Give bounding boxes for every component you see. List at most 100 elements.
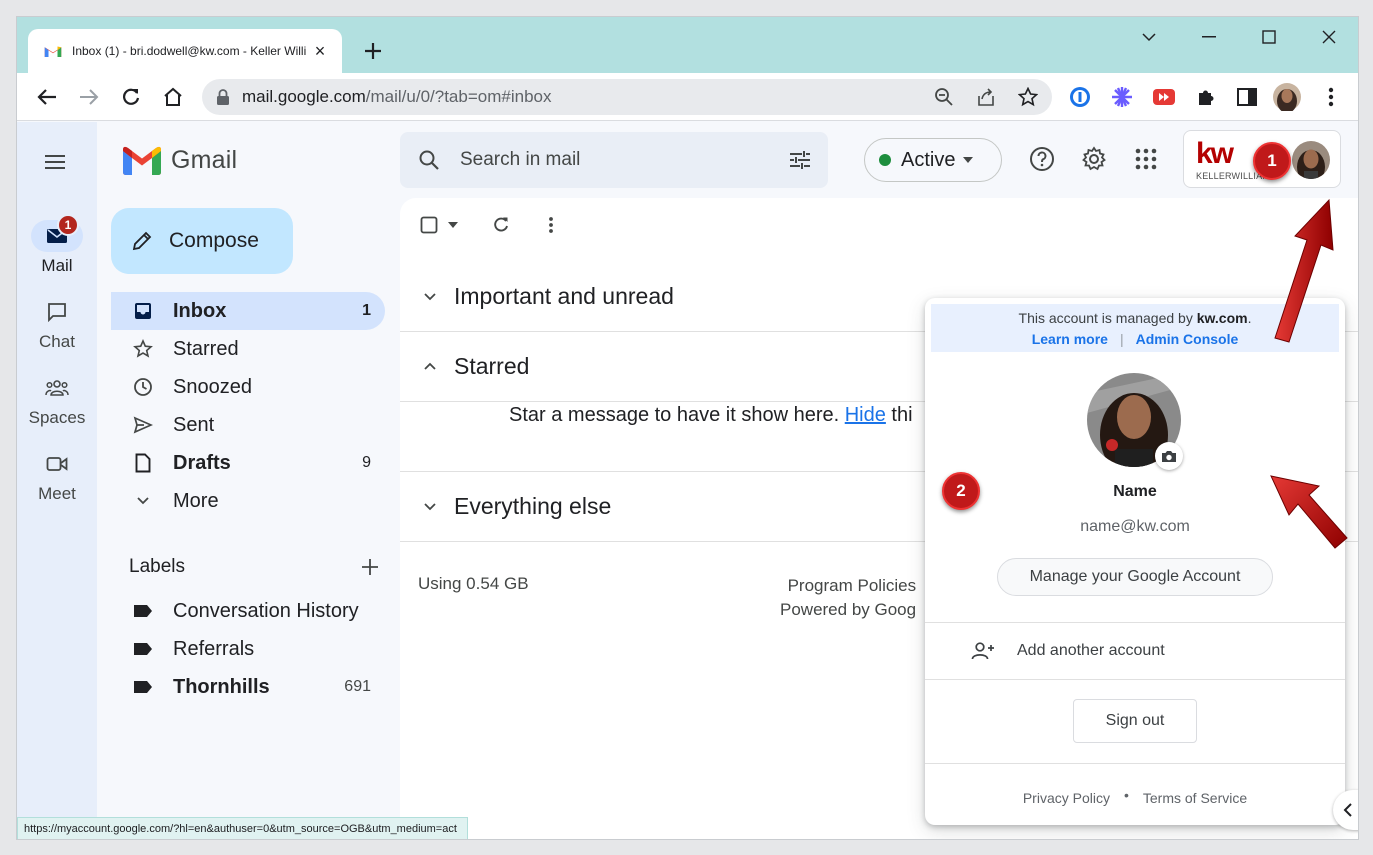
label-item-conversation-history[interactable]: Conversation History: [111, 592, 385, 630]
gmail-wordmark: Gmail: [171, 146, 238, 174]
nav-item-inbox[interactable]: Inbox 1: [111, 292, 385, 330]
add-label-plus-icon[interactable]: [361, 558, 379, 576]
refresh-icon[interactable]: [492, 216, 510, 234]
manage-google-account-button[interactable]: Manage your Google Account: [997, 558, 1273, 596]
label-item-referrals[interactable]: Referrals: [111, 630, 385, 668]
browser-tab-gmail[interactable]: Inbox (1) - bri.dodwell@kw.com - Keller …: [28, 29, 342, 73]
label-count: 691: [344, 678, 371, 695]
zoom-icon[interactable]: [930, 83, 958, 111]
main-menu-button[interactable]: [43, 150, 67, 174]
storage-usage: Using 0.54 GB: [418, 574, 529, 593]
browser-toolbar: mail.google.com/mail/u/0/?tab=om#inbox: [17, 73, 1358, 121]
minimize-icon[interactable]: [1189, 25, 1229, 49]
password-manager-extension-icon[interactable]: [1066, 83, 1094, 111]
list-toolbar: [420, 216, 554, 234]
gmail-logo[interactable]: Gmail: [123, 146, 237, 175]
tab-search-icon[interactable]: [1129, 25, 1169, 49]
tab-close-icon[interactable]: ×: [310, 41, 330, 61]
search-input[interactable]: Search in mail: [460, 149, 780, 171]
label-tag-icon: [131, 675, 155, 699]
learn-more-link[interactable]: Learn more: [1032, 331, 1108, 347]
draft-file-icon: [131, 451, 155, 475]
rail-item-mail[interactable]: 1 Mail: [17, 214, 97, 276]
chevron-down-icon[interactable]: [420, 497, 440, 517]
popup-divider: [925, 763, 1345, 764]
chrome-menu-icon[interactable]: [1317, 83, 1345, 111]
help-button[interactable]: [1027, 144, 1057, 174]
apps-launcher-button[interactable]: [1131, 144, 1161, 174]
program-policies-link[interactable]: Program Policies: [780, 574, 917, 598]
section-label: Important and unread: [454, 283, 674, 309]
nav-item-snoozed[interactable]: Snoozed: [111, 368, 385, 406]
share-icon[interactable]: [972, 83, 1000, 111]
label-list: Conversation History Referrals Thornhill…: [111, 592, 385, 706]
side-panel-icon[interactable]: [1233, 83, 1261, 111]
asterisk-extension-icon[interactable]: [1108, 83, 1136, 111]
home-button[interactable]: [159, 83, 187, 111]
add-account-label: Add another account: [1017, 642, 1165, 659]
rail-item-meet[interactable]: Meet: [17, 448, 97, 504]
home-icon: [164, 87, 182, 106]
admin-console-link[interactable]: Admin Console: [1136, 331, 1239, 347]
window-close-icon[interactable]: [1309, 25, 1349, 49]
label-item-thornhills[interactable]: Thornhills 691: [111, 668, 385, 706]
label-name: Thornhills: [173, 675, 270, 698]
rail-label-mail: Mail: [41, 256, 73, 275]
empty-tail: thi: [885, 404, 913, 426]
privacy-policy-link[interactable]: Privacy Policy: [1023, 790, 1110, 806]
nav-label-snoozed: Snoozed: [173, 375, 252, 398]
forward-button[interactable]: [75, 83, 103, 111]
plus-icon: [365, 43, 381, 59]
compose-button[interactable]: Compose: [111, 208, 293, 274]
chat-icon: [48, 303, 66, 322]
rail-label-spaces: Spaces: [28, 408, 86, 427]
account-avatar[interactable]: [1292, 141, 1330, 179]
mail-unread-badge: 1: [57, 214, 79, 236]
rail-item-chat[interactable]: Chat: [17, 296, 97, 352]
select-caret-icon[interactable]: [448, 222, 458, 228]
nav-item-sent[interactable]: Sent: [111, 406, 385, 444]
maximize-icon[interactable]: [1249, 25, 1289, 49]
video-extension-icon[interactable]: [1150, 83, 1178, 111]
nav-label-sent: Sent: [173, 413, 215, 436]
empty-text: Star a message to have it show here.: [509, 404, 845, 426]
hide-link[interactable]: Hide: [845, 404, 886, 426]
powered-by-text: Powered by Goog: [780, 600, 917, 619]
address-bar[interactable]: mail.google.com/mail/u/0/?tab=om#inbox: [202, 79, 1052, 115]
status-dot: [879, 154, 891, 166]
back-button[interactable]: [33, 83, 61, 111]
tab-title: Inbox (1) - bri.dodwell@kw.com - Keller …: [72, 44, 307, 58]
browser-profile-avatar[interactable]: [1273, 83, 1301, 111]
chevron-up-icon[interactable]: [420, 357, 440, 377]
browser-status-url: https://myaccount.google.com/?hl=en&auth…: [17, 817, 468, 839]
select-all-checkbox[interactable]: [420, 216, 438, 234]
rail-meet-icon-wrap: [31, 448, 83, 480]
person-add-icon: [971, 642, 994, 660]
rail-item-spaces[interactable]: Spaces: [17, 372, 97, 428]
search-options-button[interactable]: [780, 140, 820, 180]
managed-suffix: .: [1247, 310, 1252, 326]
nav-item-more[interactable]: More: [111, 482, 385, 520]
new-tab-button[interactable]: [359, 37, 387, 65]
reload-button[interactable]: [117, 83, 145, 111]
tune-icon: [790, 151, 810, 169]
hamburger-icon: [45, 155, 65, 169]
sign-out-button[interactable]: Sign out: [1073, 699, 1197, 743]
label-name: Conversation History: [173, 599, 359, 622]
chevron-down-icon[interactable]: [420, 287, 440, 307]
settings-button[interactable]: [1079, 144, 1109, 174]
bookmark-star-icon[interactable]: [1014, 83, 1042, 111]
more-options-icon[interactable]: [548, 216, 554, 234]
url-path: /mail/u/0/?tab=om#inbox: [365, 87, 552, 106]
camera-icon: [1162, 451, 1176, 462]
puzzle-extensions-icon[interactable]: [1192, 83, 1220, 111]
managed-prefix: This account is managed by: [1018, 310, 1197, 326]
change-photo-button[interactable]: [1155, 442, 1183, 470]
nav-item-drafts[interactable]: Drafts 9: [111, 444, 385, 482]
nav-item-starred[interactable]: Starred: [111, 330, 385, 368]
terms-of-service-link[interactable]: Terms of Service: [1143, 790, 1247, 806]
folder-nav: Inbox 1 Starred Snoozed Sent Drafts 9 Mo…: [111, 292, 385, 520]
status-dropdown[interactable]: Active: [864, 138, 1002, 182]
add-another-account-button[interactable]: Add another account: [925, 623, 1345, 679]
search-bar[interactable]: Search in mail: [400, 132, 828, 188]
